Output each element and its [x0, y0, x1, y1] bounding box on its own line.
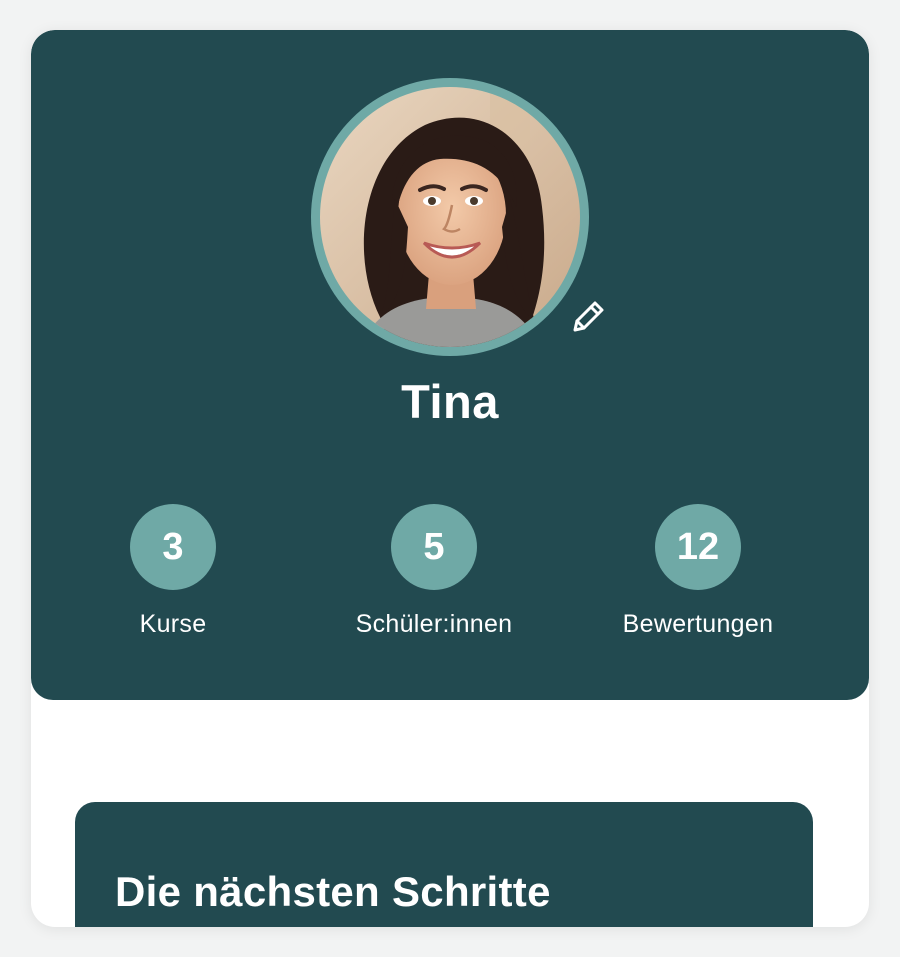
profile-card: Tina 3 Kurse 5 Schüler:innen 12 Bewertun… [31, 30, 869, 927]
stat-reviews-label: Bewertungen [622, 610, 774, 638]
stat-students-label: Schüler:innen [355, 610, 513, 638]
next-steps-title: Die nächsten Schritte [115, 868, 551, 915]
stat-courses-count: 3 [130, 504, 216, 590]
stat-students[interactable]: 5 Schüler:innen [324, 504, 544, 639]
avatar-photo [320, 87, 580, 347]
next-steps-card[interactable]: Die nächsten Schritte [75, 802, 813, 927]
profile-header: Tina 3 Kurse 5 Schüler:innen 12 Bewertun… [31, 30, 869, 700]
stat-courses-label: Kurse [139, 610, 207, 638]
stat-reviews[interactable]: 12 Bewertungen [588, 504, 808, 639]
profile-name: Tina [401, 375, 499, 428]
stat-courses[interactable]: 3 Kurse [63, 504, 283, 639]
stat-reviews-count: 12 [655, 504, 741, 590]
stat-students-count: 5 [391, 504, 477, 590]
pencil-icon[interactable] [567, 296, 609, 338]
avatar[interactable] [311, 78, 589, 356]
